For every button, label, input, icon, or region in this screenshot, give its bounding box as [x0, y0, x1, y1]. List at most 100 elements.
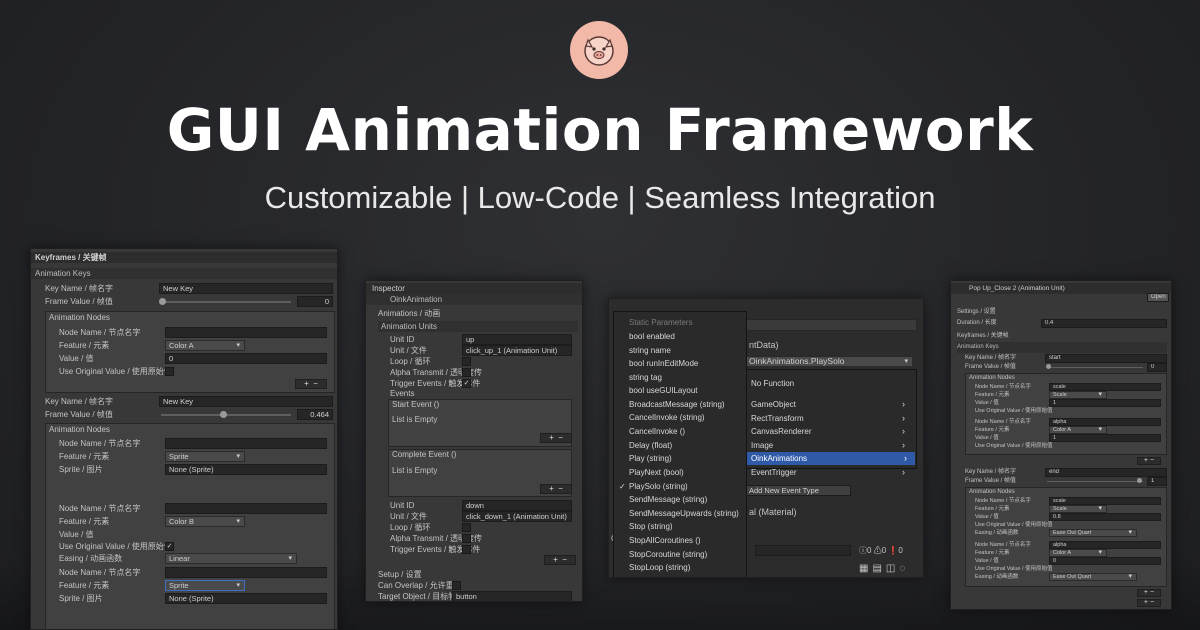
loop-checkbox[interactable]	[462, 523, 471, 532]
feature-dropdown[interactable]: Scale	[1049, 505, 1107, 513]
key-name-input[interactable]: start	[1045, 354, 1167, 363]
toolbar-icons[interactable]: ▦▤◫◌	[859, 563, 909, 574]
node-name-input[interactable]	[165, 327, 327, 338]
feature-dropdown[interactable]: Color B	[165, 516, 245, 527]
feature-dropdown[interactable]: Scale	[1049, 391, 1107, 399]
key-name-input[interactable]: end	[1045, 468, 1167, 477]
menu-item[interactable]: Image ›	[751, 439, 913, 452]
menu-item[interactable]: Delay (float)	[629, 439, 672, 452]
alpha-checkbox[interactable]	[462, 368, 471, 377]
menu-item[interactable]: CancelInvoke ()	[629, 425, 685, 438]
menu-item[interactable]: SendMessage (string)	[629, 493, 707, 506]
menu-item[interactable]: No Function	[751, 377, 794, 390]
feature-dropdown[interactable]: Color A	[1049, 549, 1107, 557]
feature-dropdown[interactable]: Sprite	[165, 580, 245, 591]
use-original-checkbox[interactable]: ✓	[165, 542, 174, 551]
value-input[interactable]: 0	[1049, 557, 1161, 565]
frame-value-input[interactable]: 0	[1147, 363, 1167, 372]
slider-knob[interactable]	[1046, 364, 1051, 369]
value-input[interactable]: 1	[1049, 434, 1161, 442]
menu-item[interactable]: Stop (string)	[629, 520, 673, 533]
frame-value-slider[interactable]	[161, 301, 291, 303]
target-field[interactable]: button	[452, 591, 572, 601]
add-remove-buttons[interactable]: + −	[540, 433, 572, 443]
open-button[interactable]: Open	[1147, 293, 1169, 302]
console-search[interactable]	[755, 545, 851, 556]
easing-dropdown[interactable]: Ease Out Quart	[1049, 573, 1137, 581]
frame-value-input[interactable]: 0.464	[297, 409, 333, 420]
add-remove-buttons[interactable]: + −	[1137, 599, 1161, 607]
value-input[interactable]: 0.8	[1049, 513, 1161, 521]
menu-item[interactable]: bool enabled	[629, 330, 675, 343]
unit-file-field[interactable]: click_up_1 (Animation Unit)	[462, 345, 572, 356]
feature-dropdown[interactable]: Color A	[1049, 426, 1107, 434]
unit-id-input[interactable]: up	[462, 334, 572, 345]
node-name-input[interactable]	[165, 567, 327, 578]
menu-item[interactable]: BroadcastMessage (string)	[629, 398, 725, 411]
key-name-input[interactable]: New Key	[159, 283, 333, 294]
menu-item[interactable]: GameObject ›	[751, 398, 913, 411]
overlap-checkbox[interactable]	[452, 581, 461, 590]
node-name-input[interactable]	[165, 438, 327, 449]
add-event-type-button[interactable]: Add New Event Type	[745, 485, 851, 496]
menu-item-selected[interactable]: OinkAnimations ›	[747, 452, 915, 465]
component-header[interactable]: OinkAnimation	[366, 294, 582, 305]
unit-id-input[interactable]: down	[462, 500, 572, 511]
add-remove-buttons[interactable]: + −	[1137, 457, 1161, 465]
menu-item[interactable]: PlayNext (bool)	[629, 466, 684, 479]
key-name-label: Key Name / 帧名字	[45, 284, 114, 293]
feature-dropdown[interactable]: Sprite	[165, 451, 245, 462]
sprite-field[interactable]: None (Sprite)	[165, 593, 327, 604]
menu-item[interactable]: RectTransform ›	[751, 412, 913, 425]
bg-label: ntData)	[749, 340, 779, 350]
add-remove-buttons[interactable]: + −	[1137, 589, 1161, 597]
frame-value-slider[interactable]	[1047, 481, 1143, 482]
add-remove-buttons[interactable]: + −	[295, 379, 327, 389]
menu-item[interactable]: SendMessageUpwards (string)	[629, 507, 739, 520]
node-name-input[interactable]	[165, 503, 327, 514]
trigger-checkbox[interactable]	[462, 545, 471, 554]
frame-value-slider[interactable]	[1047, 367, 1143, 368]
frame-value-input[interactable]: 0	[297, 296, 333, 307]
menu-item[interactable]: bool runInEditMode	[629, 357, 698, 370]
node-name-label: Node Name / 节点名字	[59, 328, 141, 337]
menu-item[interactable]: CanvasRenderer ›	[751, 425, 913, 438]
menu-item[interactable]: CancelInvoke (string)	[629, 411, 705, 424]
menu-item[interactable]: Play (string)	[629, 452, 672, 465]
use-original-checkbox[interactable]	[165, 367, 174, 376]
menu-item[interactable]: string name	[629, 344, 671, 357]
duration-input[interactable]: 0.4	[1041, 319, 1167, 328]
alpha-checkbox[interactable]	[462, 534, 471, 543]
menu-item[interactable]: EventTrigger ›	[751, 466, 913, 479]
slider-knob[interactable]	[1137, 478, 1142, 483]
trigger-checkbox[interactable]: ✓	[462, 379, 471, 388]
node-name-input[interactable]: scale	[1049, 497, 1161, 505]
easing-dropdown[interactable]: Linear	[165, 553, 297, 564]
node-name-input[interactable]: scale	[1049, 383, 1161, 391]
node-name-input[interactable]: alpha	[1049, 541, 1161, 549]
value-input[interactable]: 1	[1049, 399, 1161, 407]
menu-item[interactable]: bool useGUILayout	[629, 384, 698, 397]
menu-item-checked[interactable]: PlaySolo (string)	[629, 480, 688, 493]
add-remove-buttons[interactable]: + −	[544, 555, 576, 565]
tab-inspector[interactable]: Inspector	[366, 283, 582, 294]
frame-value-input[interactable]: 1	[1147, 477, 1167, 486]
value-input[interactable]: 0	[165, 353, 327, 364]
menu-item[interactable]: StopLoop (string)	[629, 561, 690, 574]
menu-item[interactable]: StopAllCoroutines ()	[629, 534, 701, 547]
add-remove-buttons[interactable]: + −	[540, 484, 572, 494]
easing-dropdown[interactable]: Ease Out Quart	[1049, 529, 1137, 537]
unit-file-field[interactable]: click_down_1 (Animation Unit)	[462, 511, 572, 522]
menu-item[interactable]: string tag	[629, 371, 662, 384]
feature-dropdown[interactable]: Color A	[165, 340, 245, 351]
sprite-field[interactable]: None (Sprite)	[165, 464, 327, 475]
menu-item[interactable]: StopCoroutine (string)	[629, 548, 707, 561]
function-dropdown[interactable]: OinkAnimations.PlaySolo	[745, 356, 913, 367]
slider-knob[interactable]	[220, 411, 227, 418]
warning-icon: ⚠	[873, 546, 882, 555]
loop-checkbox[interactable]	[462, 357, 471, 366]
slider-knob[interactable]	[159, 298, 166, 305]
key-name-input[interactable]: New Key	[159, 396, 333, 407]
use-original-label: Use Original Value / 使用原始值	[975, 443, 1053, 449]
node-name-input[interactable]: alpha	[1049, 418, 1161, 426]
